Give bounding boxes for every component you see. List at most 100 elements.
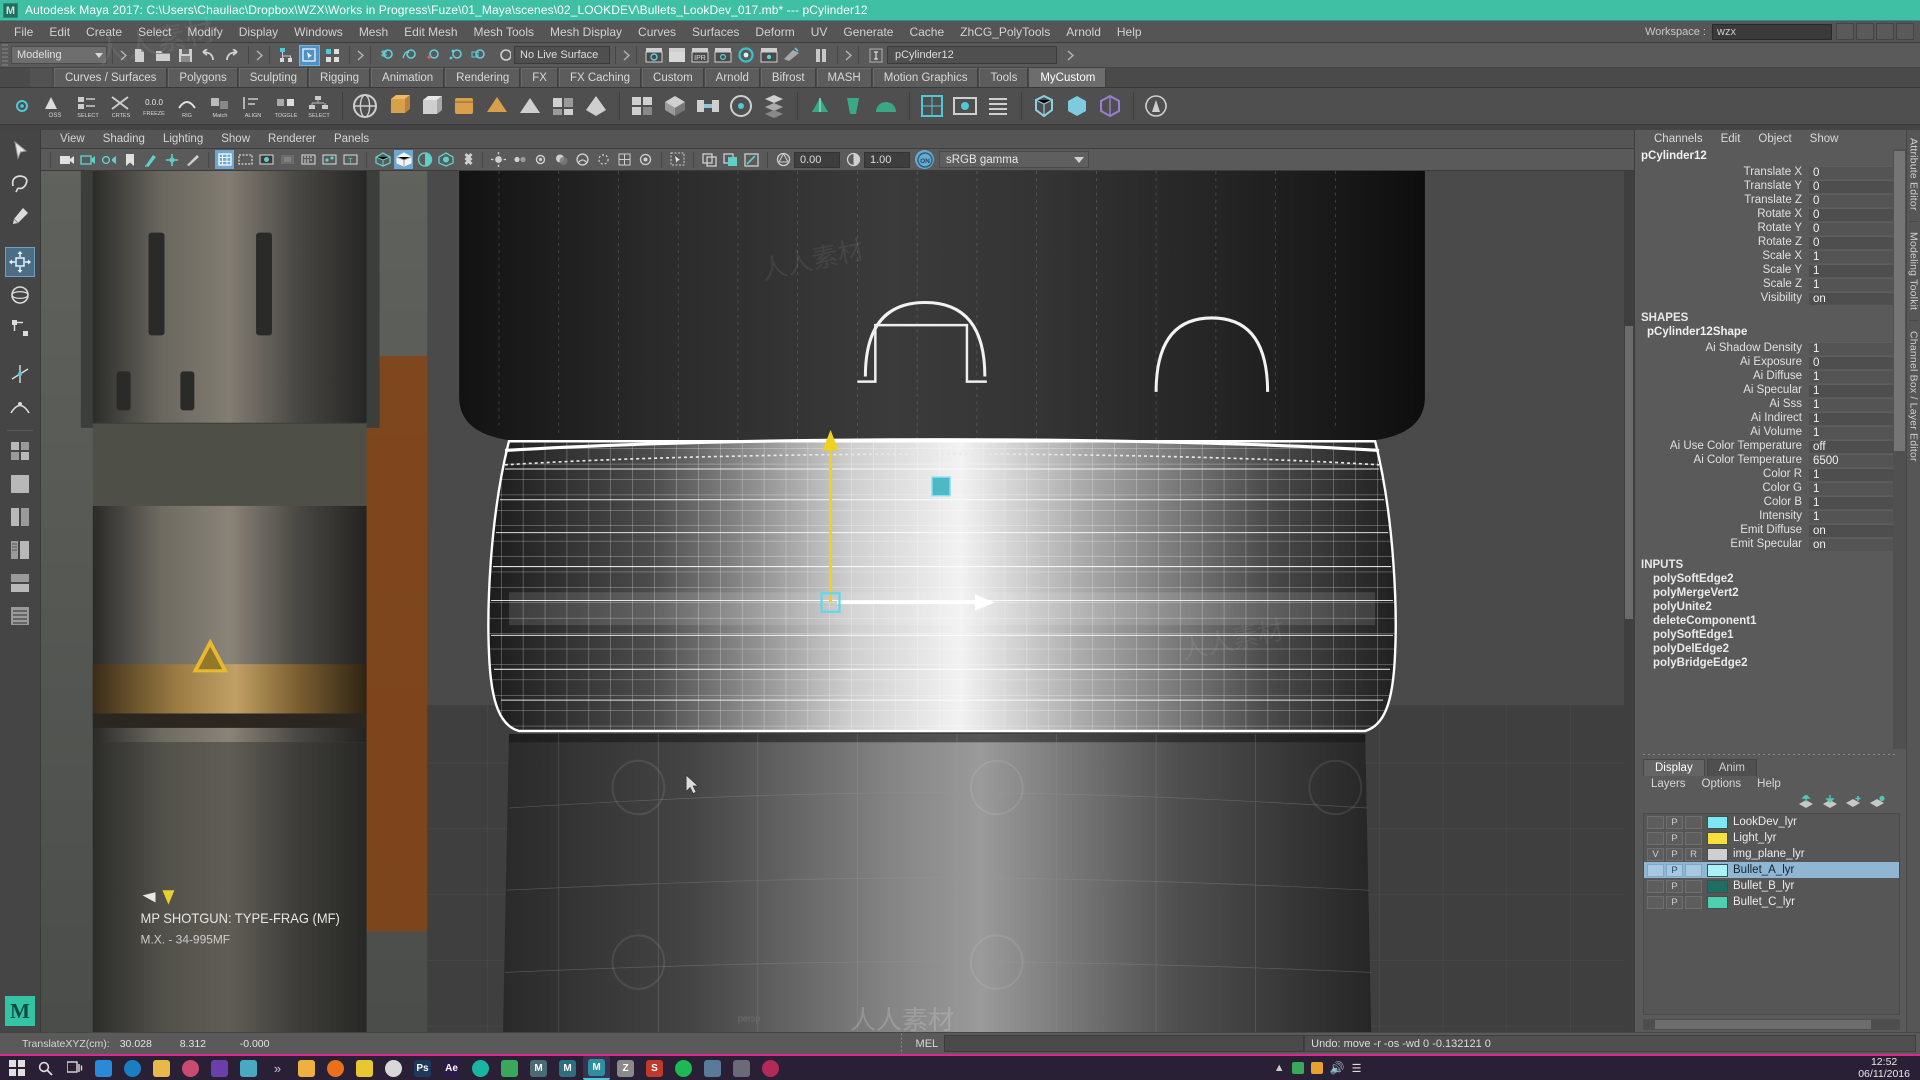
attr-value[interactable]: 1 xyxy=(1809,509,1893,523)
channel-row-visibility[interactable]: Visibility on xyxy=(1641,291,1893,305)
two-d-pan-zoom-icon[interactable] xyxy=(162,150,181,169)
viewport-menu-view[interactable]: View xyxy=(51,130,94,149)
translate-z-value[interactable]: -0.000 xyxy=(230,1038,290,1050)
channel-row-emit-diffuse[interactable]: Emit Diffuse on xyxy=(1641,523,1893,537)
menu-select[interactable]: Select xyxy=(130,21,179,43)
workspace-reset-icon[interactable] xyxy=(1876,23,1894,40)
attr-value[interactable]: on xyxy=(1809,291,1893,305)
soft-modification-tool[interactable] xyxy=(5,392,35,422)
channel-box-menu-channels[interactable]: Channels xyxy=(1645,130,1712,149)
redo-button[interactable] xyxy=(221,45,242,66)
layer-row-light[interactable]: P Light_lyr xyxy=(1644,830,1899,846)
layer-playback-toggle[interactable]: P xyxy=(1666,847,1683,861)
ipr-render-button[interactable]: IPR xyxy=(689,45,710,66)
perspective-viewport[interactable]: MP SHOTGUN: TYPE-FRAG (MF) M.X. - 34-995… xyxy=(41,171,1634,1032)
channel-row-scale-y[interactable]: Scale Y 1 xyxy=(1641,263,1893,277)
shelf-tab-tools[interactable]: Tools xyxy=(979,68,1029,87)
dock-tab-attribute-editor[interactable]: Attribute Editor xyxy=(1908,130,1920,219)
menu-deform[interactable]: Deform xyxy=(747,21,802,43)
attr-value[interactable]: 0 xyxy=(1809,165,1893,179)
taskbar-app-maya-1-icon[interactable]: M xyxy=(525,1056,552,1080)
attr-value[interactable]: 0 xyxy=(1809,235,1893,249)
wireframe-shading-icon[interactable] xyxy=(373,150,392,169)
layer-visibility-toggle[interactable] xyxy=(1647,815,1664,829)
shaded-wireframe-icon[interactable] xyxy=(415,150,434,169)
shelf-icon-smooth-preview[interactable] xyxy=(1028,91,1059,122)
menu-zhcg-polytools[interactable]: ZhCG_PolyTools xyxy=(952,21,1058,43)
channel-row-color-g[interactable]: Color G 1 xyxy=(1641,481,1893,495)
rotate-tool[interactable] xyxy=(5,280,35,310)
layer-display-type-toggle[interactable] xyxy=(1685,895,1702,909)
shelf-tab-animation[interactable]: Animation xyxy=(371,68,445,87)
menu-uv[interactable]: UV xyxy=(803,21,836,43)
shelf-icon-torus-primitive[interactable] xyxy=(481,91,512,122)
channel-row-ai-indirect[interactable]: Ai Indirect 1 xyxy=(1641,411,1893,425)
menu-create[interactable]: Create xyxy=(78,21,130,43)
channel-box-scrollbar[interactable] xyxy=(1893,149,1906,749)
multisample-aa-icon[interactable] xyxy=(615,150,634,169)
shelf-icon-oss-cap1[interactable]: OSS xyxy=(39,91,70,122)
attr-value[interactable]: 1 xyxy=(1809,481,1893,495)
xray-active-components-icon[interactable]: T xyxy=(341,150,360,169)
viewport-menu-lighting[interactable]: Lighting xyxy=(154,130,212,149)
input-node-poly-unite-2[interactable]: polyUnite2 xyxy=(1641,600,1893,614)
layer-name[interactable]: img_plane_lyr xyxy=(1733,848,1805,860)
tray-expand-icon[interactable]: ▲ xyxy=(1274,1062,1285,1074)
camera-settings-icon[interactable] xyxy=(99,150,118,169)
depth-of-field-icon[interactable] xyxy=(636,150,655,169)
selection-name-field[interactable]: pCylinder12 xyxy=(887,46,1057,64)
attr-value[interactable]: on xyxy=(1809,523,1893,537)
gamma-value-field[interactable]: 1.00 xyxy=(864,151,910,168)
undo-button[interactable] xyxy=(198,45,219,66)
search-icon[interactable] xyxy=(32,1056,59,1080)
shelf-icon-cube-primitive[interactable] xyxy=(415,91,446,122)
volume-icon[interactable]: 🔊 xyxy=(1330,1061,1345,1075)
menu-set-selector[interactable]: Modeling xyxy=(11,46,107,64)
shelf-icon-arnold-sky-dome[interactable] xyxy=(870,91,901,122)
textured-shading-icon[interactable] xyxy=(436,150,455,169)
taskbar-app-edge-icon[interactable] xyxy=(119,1056,146,1080)
taskbar-app-firefox-icon[interactable] xyxy=(322,1056,349,1080)
collapse-arrow-icon-4[interactable] xyxy=(621,46,631,64)
resolution-gate-icon[interactable] xyxy=(257,150,276,169)
camera-attributes-icon[interactable] xyxy=(78,150,97,169)
taskbar-app-contrast-icon[interactable] xyxy=(757,1056,784,1080)
grease-pencil-icon[interactable] xyxy=(183,150,202,169)
layer-name[interactable]: LookDev_lyr xyxy=(1733,816,1797,828)
collapse-arrow-icon-5[interactable] xyxy=(843,46,853,64)
shelf-tab-sculpting[interactable]: Sculpting xyxy=(238,68,309,87)
attr-value[interactable]: 1 xyxy=(1809,397,1893,411)
taskbar-app-folder-icon[interactable] xyxy=(148,1056,175,1080)
shelf-icon-rig-b-to-a[interactable]: RIG xyxy=(171,91,202,122)
shelf-icon-match-pivot[interactable]: Match xyxy=(204,91,235,122)
layer-display-type-toggle[interactable] xyxy=(1685,831,1702,845)
taskbar-app-calc-icon[interactable] xyxy=(728,1056,755,1080)
attr-value[interactable]: 0 xyxy=(1809,221,1893,235)
shelf-icon-cone-primitive[interactable] xyxy=(448,91,479,122)
tray-app-1-icon[interactable] xyxy=(1291,1062,1304,1074)
layer-color-swatch[interactable] xyxy=(1707,895,1728,909)
taskbar-overflow-icon[interactable]: » xyxy=(264,1056,291,1080)
menu-curves[interactable]: Curves xyxy=(630,21,684,43)
outliner-layout-button[interactable] xyxy=(5,601,35,631)
motion-blur-icon[interactable] xyxy=(594,150,613,169)
shelf-icon-crtes-pivot[interactable]: CRTES xyxy=(105,91,136,122)
screen-space-ao-icon[interactable] xyxy=(573,150,592,169)
menu-windows[interactable]: Windows xyxy=(286,21,351,43)
attr-value[interactable]: 1 xyxy=(1809,495,1893,509)
layer-playback-toggle[interactable]: P xyxy=(1666,831,1683,845)
shelf-icon-select-hiera[interactable]: SELECT xyxy=(303,91,334,122)
layer-list-scrollbar-thumb[interactable] xyxy=(1655,1020,1871,1029)
menu-edit[interactable]: Edit xyxy=(41,21,78,43)
outliner-persp-layout-button[interactable] xyxy=(5,535,35,565)
taskbar-app-browser-icon[interactable] xyxy=(90,1056,117,1080)
selection-name-field-icon[interactable] xyxy=(865,45,886,66)
channel-row-translate-y[interactable]: Translate Y 0 xyxy=(1641,179,1893,193)
two-lights-icon[interactable] xyxy=(510,150,529,169)
layer-name[interactable]: Bullet_C_lyr xyxy=(1733,896,1795,908)
paint-selection-tool[interactable] xyxy=(5,201,35,231)
redo-previous-render-button[interactable] xyxy=(666,45,687,66)
attr-value[interactable]: 1 xyxy=(1809,369,1893,383)
layer-visibility-toggle[interactable] xyxy=(1647,879,1664,893)
layer-menu-layers[interactable]: Layers xyxy=(1643,776,1694,793)
